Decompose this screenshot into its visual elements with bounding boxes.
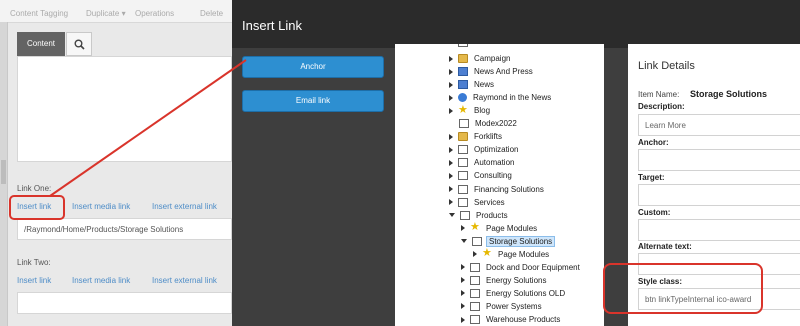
annotation-arrow [49,59,247,197]
